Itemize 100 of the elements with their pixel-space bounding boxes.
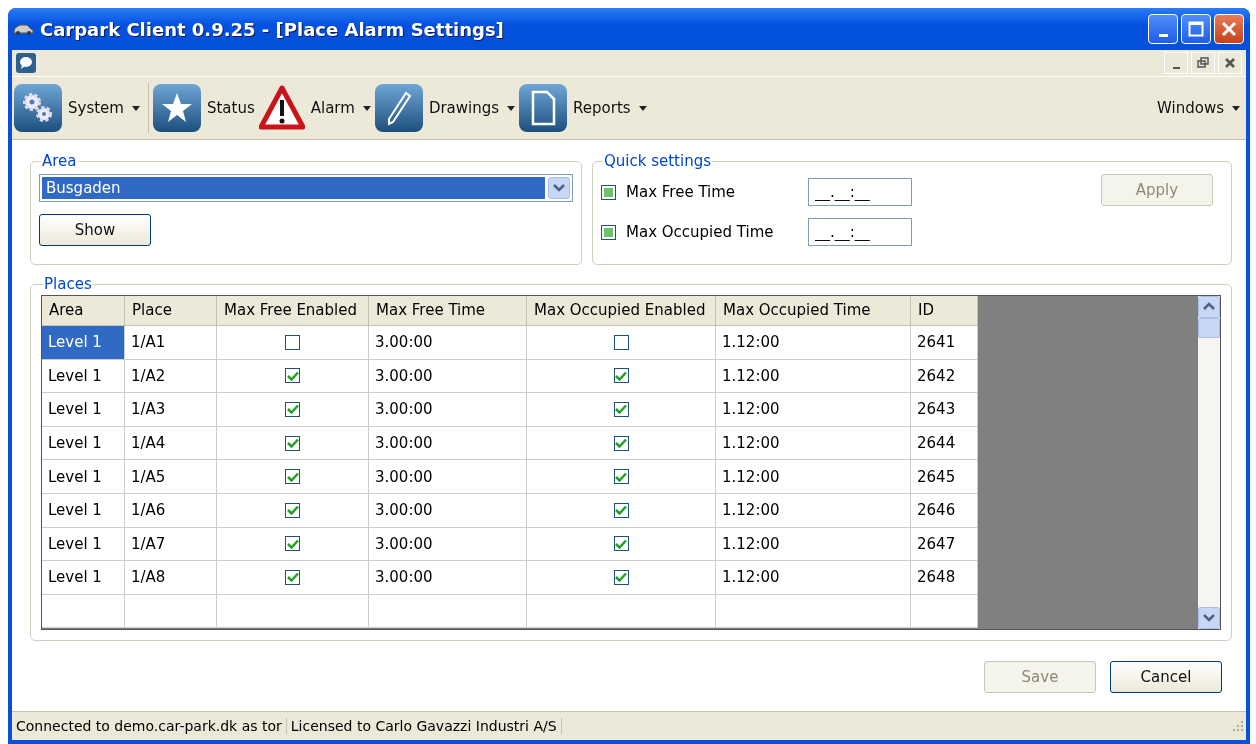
column-header[interactable]: Max Free Time — [369, 296, 527, 325]
column-header[interactable]: Area — [42, 296, 125, 325]
cancel-button[interactable]: Cancel — [1110, 661, 1222, 693]
table-cell: 2644 — [911, 426, 978, 460]
checkbox[interactable] — [601, 224, 616, 240]
caret-icon — [362, 105, 371, 111]
checkbox[interactable] — [601, 184, 616, 200]
gears-icon — [14, 84, 62, 132]
column-header[interactable]: Max Occupied Enabled — [527, 296, 716, 325]
table-cell: Level 1 — [42, 426, 125, 460]
checkbox[interactable] — [613, 402, 629, 417]
checkbox[interactable] — [613, 435, 629, 451]
group-title: Places — [43, 275, 93, 293]
windows-menu[interactable]: Windows — [1157, 80, 1244, 136]
minimize-button[interactable] — [1148, 14, 1178, 44]
table-cell: 2641 — [911, 326, 978, 359]
checkbox[interactable] — [285, 402, 300, 417]
table-cell: 3.00:00 — [369, 460, 527, 493]
area-dropdown[interactable]: Busgaden — [39, 174, 573, 202]
caret-icon — [1232, 105, 1240, 111]
minimize-button[interactable] — [1164, 52, 1188, 74]
table-cell: 1/A4 — [125, 426, 217, 460]
column-header[interactable]: Place — [125, 296, 217, 325]
restore-button[interactable] — [1191, 52, 1215, 74]
table-cell: 1.12:00 — [716, 460, 911, 493]
scroll-thumb[interactable] — [1198, 318, 1220, 338]
checkbox[interactable] — [285, 368, 300, 384]
table-cell: 3.00:00 — [369, 326, 527, 359]
show-button[interactable]: Show — [39, 214, 151, 246]
table-cell: 1/A5 — [125, 460, 217, 493]
minimize-icon — [1158, 33, 1168, 37]
checkbox[interactable] — [613, 536, 629, 552]
table-cell: 2648 — [911, 561, 978, 594]
table-cell: 1/A3 — [125, 393, 217, 426]
table-cell: 3.00:00 — [369, 359, 527, 393]
toolbar-button[interactable]: Drawings — [374, 80, 520, 136]
toolbar-button[interactable]: Status — [152, 80, 259, 136]
table-cell: 1.12:00 — [716, 561, 911, 594]
close-button[interactable] — [1218, 52, 1242, 74]
caret-icon — [131, 105, 140, 111]
checkbox[interactable] — [613, 334, 629, 350]
table-cell: 1/A1 — [125, 326, 217, 359]
table-cell: 1/A8 — [125, 561, 217, 594]
close-icon — [1224, 57, 1236, 69]
checkbox[interactable] — [613, 368, 629, 384]
checkbox[interactable] — [285, 435, 300, 451]
status-text: Licensed to Carlo Gavazzi Industri A/S — [286, 718, 562, 734]
time-input-field[interactable]: __.__:__ — [808, 218, 912, 246]
group-title: Area — [41, 152, 78, 170]
time-input-field[interactable]: __.__:__ — [808, 178, 912, 206]
table-cell: 3.00:00 — [369, 393, 527, 426]
table-cell: 2643 — [911, 393, 978, 426]
table-cell: Level 1 — [42, 460, 125, 493]
table-cell: 3.00:00 — [369, 493, 527, 527]
table-cell: 1.12:00 — [716, 527, 911, 561]
checkbox[interactable] — [285, 469, 300, 485]
column-header[interactable]: ID — [911, 296, 978, 325]
status-text: Connected to demo.car-park.dk as tor — [12, 718, 287, 734]
group-title: Quick settings — [603, 152, 712, 170]
document-icon — [519, 84, 568, 132]
table-cell: Level 1 — [42, 561, 125, 594]
toolbar-button[interactable]: System — [14, 80, 144, 136]
toolbar-button[interactable]: Reports — [519, 80, 651, 136]
window-title: Carpark Client 0.9.25 - [Place Alarm Settings] — [40, 18, 504, 40]
column-header[interactable]: Max Free Enabled — [217, 296, 369, 325]
scroll-down-icon[interactable] — [1198, 607, 1220, 629]
pencil-icon — [374, 84, 423, 132]
maximize-button[interactable] — [1181, 14, 1211, 44]
checkbox[interactable] — [613, 469, 629, 485]
table-cell: Level 1 — [42, 359, 125, 393]
table-cell: 1.12:00 — [716, 326, 911, 359]
car-icon — [12, 22, 34, 36]
table-cell: 2647 — [911, 527, 978, 561]
chat-bubble-icon[interactable] — [16, 53, 36, 73]
scroll-up-icon[interactable] — [1198, 296, 1220, 318]
checkbox[interactable] — [613, 569, 629, 585]
caret-icon — [507, 105, 516, 111]
table-cell: Level 1 — [42, 527, 125, 561]
resize-grip-icon[interactable] — [1232, 720, 1244, 732]
warning-icon — [258, 85, 305, 131]
checkbox[interactable] — [285, 536, 300, 552]
checkbox-label: Max Occupied Time — [626, 223, 775, 241]
table-cell: 1/A7 — [125, 527, 217, 561]
close-icon — [1221, 21, 1237, 37]
checkbox[interactable] — [285, 502, 300, 518]
checkbox[interactable] — [285, 334, 300, 350]
checkbox[interactable] — [613, 502, 629, 518]
table-cell: 3.00:00 — [369, 426, 527, 460]
toolbar-button[interactable]: Alarm — [258, 80, 375, 136]
table-cell: 1.12:00 — [716, 393, 911, 426]
vertical-scrollbar[interactable] — [1198, 296, 1220, 629]
close-button[interactable] — [1214, 14, 1244, 44]
table-cell: 1.12:00 — [716, 426, 911, 460]
column-header[interactable]: Max Occupied Time — [716, 296, 911, 325]
restore-icon — [1197, 57, 1209, 69]
table-cell: 1.12:00 — [716, 493, 911, 527]
minimize-icon — [1172, 67, 1180, 69]
table-cell: Level 1 — [42, 493, 125, 527]
checkbox[interactable] — [285, 569, 300, 585]
table-cell: 3.00:00 — [369, 561, 527, 594]
